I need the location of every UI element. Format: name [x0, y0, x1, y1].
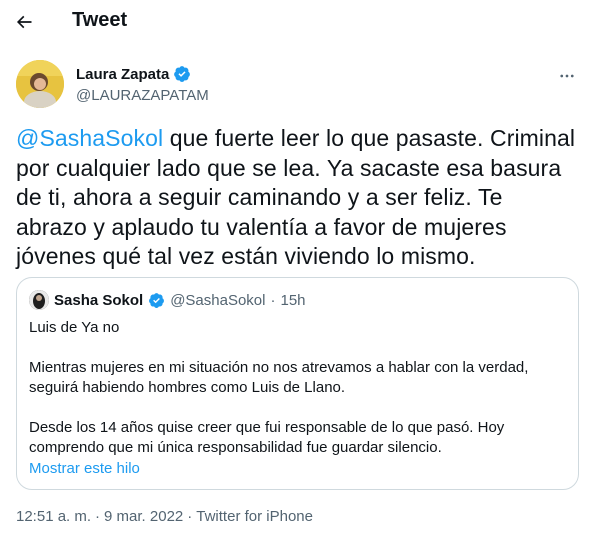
avatar[interactable]: [16, 60, 64, 108]
page-title: Tweet: [72, 9, 128, 31]
quoted-paragraph: Luis de Ya no: [29, 319, 120, 336]
author-name-row: Laura Zapata: [76, 65, 191, 83]
verified-badge-icon: [149, 292, 165, 308]
show-thread-link[interactable]: Mostrar este hilo: [29, 460, 140, 477]
tweet-date[interactable]: 9 mar. 2022: [104, 508, 183, 525]
quoted-tweet-body: Luis de Ya no Mientras mujeres en mi sit…: [29, 318, 569, 458]
mention-link[interactable]: @SashaSokol: [16, 125, 163, 151]
quoted-tweet[interactable]: Sasha Sokol @SashaSokol · 15h Luis de Ya…: [16, 277, 579, 490]
author-handle[interactable]: @LAURAZAPATAM: [76, 87, 209, 104]
more-options-button[interactable]: [553, 62, 581, 90]
tweet-metadata: 12:51 a. m. · 9 mar. 2022 · Twitter for …: [16, 508, 313, 525]
separator-dot: ·: [270, 291, 276, 309]
avatar-image: [16, 60, 64, 108]
quoted-author-name[interactable]: Sasha Sokol: [54, 292, 143, 309]
quoted-author-handle[interactable]: @SashaSokol: [170, 292, 265, 309]
author-name[interactable]: Laura Zapata: [76, 66, 169, 83]
tweet-text: @SashaSokol que fuerte leer lo que pasas…: [16, 124, 576, 272]
back-button[interactable]: [6, 4, 42, 40]
arrow-left-icon: [16, 15, 32, 29]
quoted-timestamp[interactable]: 15h: [280, 292, 305, 309]
tweet-author: Laura Zapata @LAURAZAPATAM: [16, 58, 581, 112]
tweet-source[interactable]: Twitter for iPhone: [196, 508, 313, 525]
quoted-avatar-image: [29, 290, 49, 310]
tweet-time[interactable]: 12:51 a. m.: [16, 508, 91, 525]
quoted-avatar[interactable]: [29, 290, 49, 310]
more-horizontal-icon: [560, 74, 574, 78]
quoted-paragraph: Desde los 14 años quise creer que fui re…: [29, 419, 505, 456]
separator-dot: ·: [95, 508, 101, 525]
verified-badge-icon: [174, 66, 191, 82]
separator-dot: ·: [187, 508, 193, 525]
quoted-paragraph: Mientras mujeres en mi situación no nos …: [29, 359, 529, 396]
top-bar: Tweet: [0, 0, 597, 46]
quoted-tweet-header: Sasha Sokol @SashaSokol · 15h: [29, 290, 306, 310]
